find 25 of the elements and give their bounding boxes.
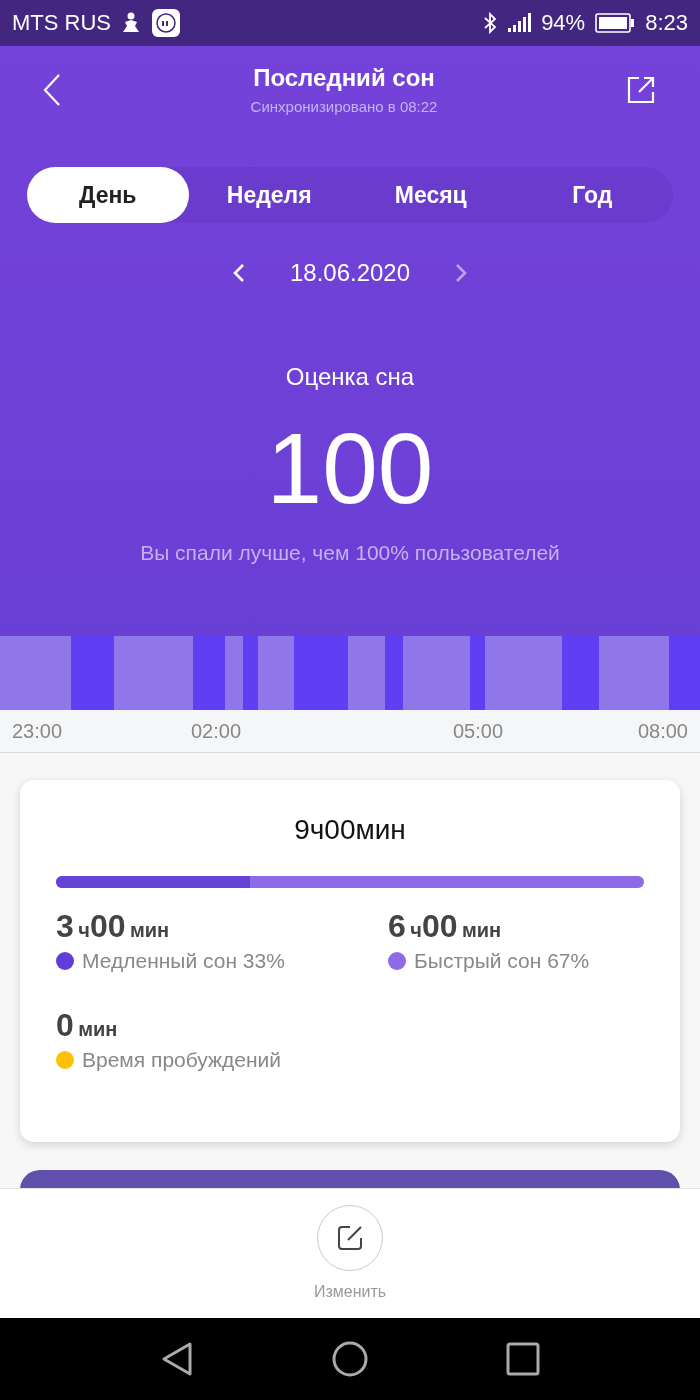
period-tab[interactable]: Месяц: [350, 167, 512, 223]
time-axis-label: 08:00: [637, 720, 688, 743]
stage-duration: 3 ч00 мин: [56, 908, 171, 945]
period-tab[interactable]: Год: [511, 167, 673, 223]
time-axis-label: 05:00: [453, 720, 504, 743]
score-label: Оценка сна: [285, 363, 415, 391]
sync-status: Синхронизировано в 08:22: [250, 98, 438, 115]
screen-title: Последний сон: [253, 64, 435, 92]
stage-duration: 0 мин: [56, 1007, 119, 1044]
legend-label: Быстрый сон 67%: [414, 949, 590, 973]
legend-label: Время пробуждений: [82, 1048, 282, 1072]
battery-percentage: 94%: [541, 10, 586, 36]
selected-date: 18.06.2020: [289, 259, 411, 287]
period-tab[interactable]: День: [27, 167, 189, 223]
edit-label: Изменить: [313, 1283, 387, 1301]
clock-time: 8:23: [645, 10, 688, 36]
stage-duration: 6 ч00 мин: [388, 908, 503, 945]
period-tab[interactable]: Неделя: [188, 167, 350, 223]
sleep-score: 100: [266, 413, 434, 523]
time-axis-label: 23:00: [12, 720, 63, 743]
carrier-name: MTS RUS: [12, 10, 111, 36]
total-sleep-duration: 9ч00мин: [294, 814, 406, 846]
time-axis-label: 02:00: [191, 720, 242, 743]
legend-label: Медленный сон 33%: [82, 949, 285, 973]
score-comparison: Вы спали лучше, чем 100% пользователей: [140, 541, 560, 565]
